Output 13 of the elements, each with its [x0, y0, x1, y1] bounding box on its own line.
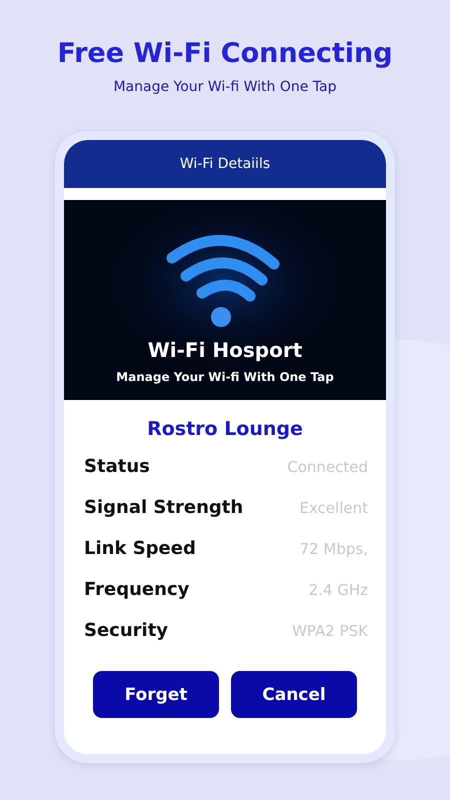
- headline: Free Wi-Fi Connecting: [57, 38, 393, 69]
- network-name: Rostro Lounge: [146, 418, 304, 440]
- detail-label: Frequency: [84, 579, 190, 600]
- detail-label: Link Speed: [84, 538, 196, 559]
- cancel-button[interactable]: Cancel: [231, 671, 357, 718]
- banner-title: Wi-Fi Hosport: [148, 338, 302, 362]
- forget-button[interactable]: Forget: [93, 671, 219, 718]
- screen-title: Wi-Fi Detaiils: [180, 156, 270, 172]
- banner-subtitle: Manage Your Wi-fi With One Tap: [116, 370, 334, 384]
- detail-label: Signal Strength: [84, 497, 244, 518]
- detail-label: Security: [84, 620, 168, 641]
- subheadline: Manage Your Wi-fi With One Tap: [113, 79, 337, 95]
- detail-label: Status: [84, 456, 150, 477]
